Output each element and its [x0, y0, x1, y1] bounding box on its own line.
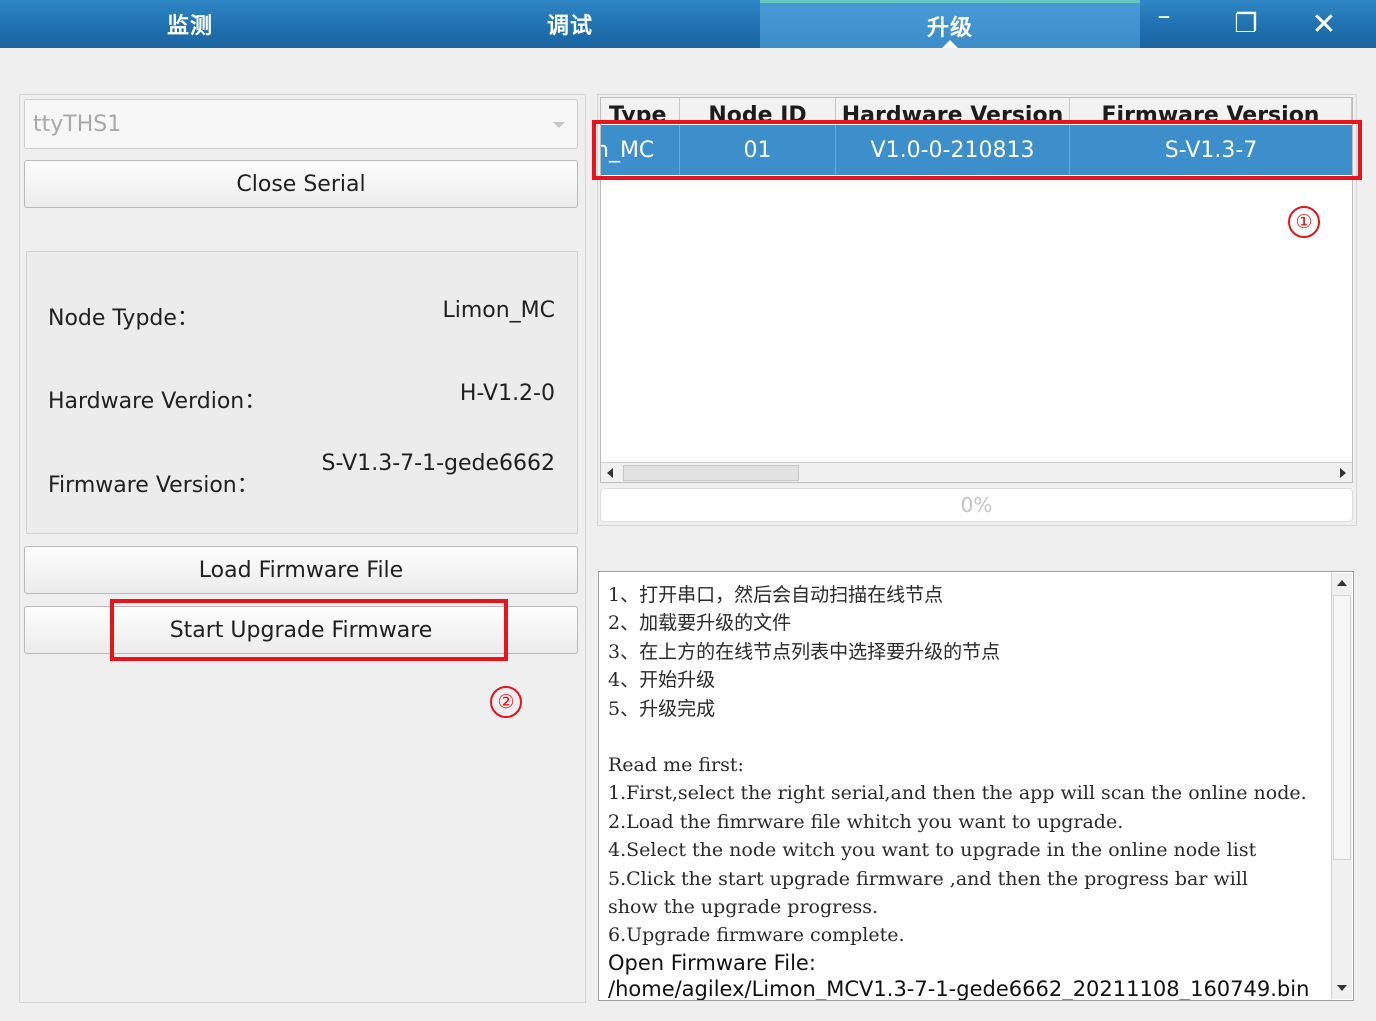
cn-step-3: 3、在上方的在线节点列表中选择要升级的节点 [608, 640, 1001, 663]
load-firmware-button[interactable]: Load Firmware File [24, 546, 578, 594]
cell-node-id: 01 [680, 125, 836, 175]
en-step: 2.Load the fimrware file whitch you want… [608, 810, 1124, 833]
scroll-right-icon[interactable] [1340, 468, 1346, 478]
scroll-down-icon[interactable] [1337, 985, 1347, 991]
cell-firmware-version: S-V1.3-7 [1164, 137, 1258, 163]
progress-text: 0% [960, 493, 993, 517]
upgrade-progress-bar: 0% [600, 488, 1353, 522]
firmware-version-value: S-V1.3-7-1-gede6662 [321, 451, 555, 476]
hardware-version-value: H-V1.2-0 [459, 381, 555, 406]
cn-step-4: 4、开始升级 [608, 669, 716, 692]
scrollbar-handle[interactable] [1333, 595, 1351, 860]
minimize-icon: – [1157, 1, 1171, 31]
scroll-left-icon[interactable] [607, 468, 613, 478]
vertical-scrollbar[interactable] [1331, 573, 1352, 999]
annotation-marker-2: ② [490, 686, 522, 718]
tab-upgrade[interactable]: 升级 [760, 0, 1140, 48]
column-header-hardware-version[interactable]: Hardware Version [836, 98, 1070, 123]
node-table: Type Node ID Hardware Version Firmware V… [600, 97, 1353, 483]
node-type-value: Limon_MC [442, 298, 555, 323]
active-tab-indicator [942, 40, 958, 48]
tab-upgrade-label: 升级 [926, 15, 973, 41]
start-upgrade-label: Start Upgrade Firmware [169, 617, 433, 643]
readme-content: 1、打开串口，然后会自动扫描在线节点 2、加载要升级的文件 3、在上方的在线节点… [608, 581, 1330, 1001]
annotation-marker-1: ① [1288, 206, 1320, 238]
close-window-button[interactable]: ✕ [1285, 0, 1363, 48]
column-header-type[interactable]: Type [601, 98, 680, 123]
restore-icon: ❐ [1234, 9, 1258, 39]
serial-port-value: ttyTHS1 [33, 111, 122, 137]
table-row[interactable]: n_MC 01 V1.0-0-210813 S-V1.3-7 [601, 125, 1352, 175]
tab-monitor[interactable]: 监测 [0, 0, 380, 48]
scroll-up-icon[interactable] [1337, 580, 1347, 586]
chevron-down-icon [553, 122, 565, 128]
start-upgrade-button[interactable]: Start Upgrade Firmware [24, 606, 578, 654]
table-header: Type Node ID Hardware Version Firmware V… [601, 98, 1352, 124]
horizontal-scrollbar[interactable] [601, 462, 1352, 482]
en-step: show the upgrade progress. [608, 896, 879, 919]
close-icon: ✕ [1311, 6, 1337, 42]
en-step: 6.Upgrade firmware complete. [608, 924, 905, 947]
cn-step-2: 2、加载要升级的文件 [608, 612, 792, 635]
readme-text-area[interactable]: 1、打开串口，然后会自动扫描在线节点 2、加载要升级的文件 3、在上方的在线节点… [598, 571, 1354, 1001]
tab-bar: 监测 调试 升级 – ❐ ✕ [0, 0, 1376, 48]
en-step: 1.First,select the right serial,and then… [608, 782, 1307, 805]
readme-title: Read me first: [608, 754, 744, 777]
serial-port-select[interactable]: ttyTHS1 [24, 99, 578, 149]
firmware-version-label: Firmware Version： [48, 473, 259, 498]
cn-step-5: 5、升级完成 [608, 697, 716, 720]
maximize-button[interactable]: ❐ [1207, 0, 1285, 48]
node-info-panel: Node Typde： Limon_MC Hardware Verdion： H… [26, 251, 578, 534]
minimize-button[interactable]: – [1125, 0, 1203, 48]
open-firmware-label: Open Firmware File: [608, 950, 816, 975]
close-serial-button[interactable]: Close Serial [24, 160, 578, 208]
cell-hardware-version: V1.0-0-210813 [836, 125, 1070, 175]
node-type-label: Node Typde： [48, 306, 199, 331]
tab-debug[interactable]: 调试 [380, 0, 760, 48]
en-step: 5.Click the start upgrade firmware ,and … [608, 867, 1248, 890]
firmware-file-path: /home/agilex/Limon_MCV1.3-7-1-gede6662_2… [608, 976, 1310, 1001]
hardware-version-label: Hardware Verdion： [48, 389, 267, 414]
column-header-node-id[interactable]: Node ID [680, 98, 836, 123]
column-header-firmware-version[interactable]: Firmware Version [1070, 98, 1352, 123]
cell-type: n_MC [601, 125, 680, 175]
en-step: 4.Select the node witch you want to upgr… [608, 839, 1257, 862]
scrollbar-handle[interactable] [623, 465, 799, 481]
cn-step-1: 1、打开串口，然后会自动扫描在线节点 [608, 584, 944, 606]
